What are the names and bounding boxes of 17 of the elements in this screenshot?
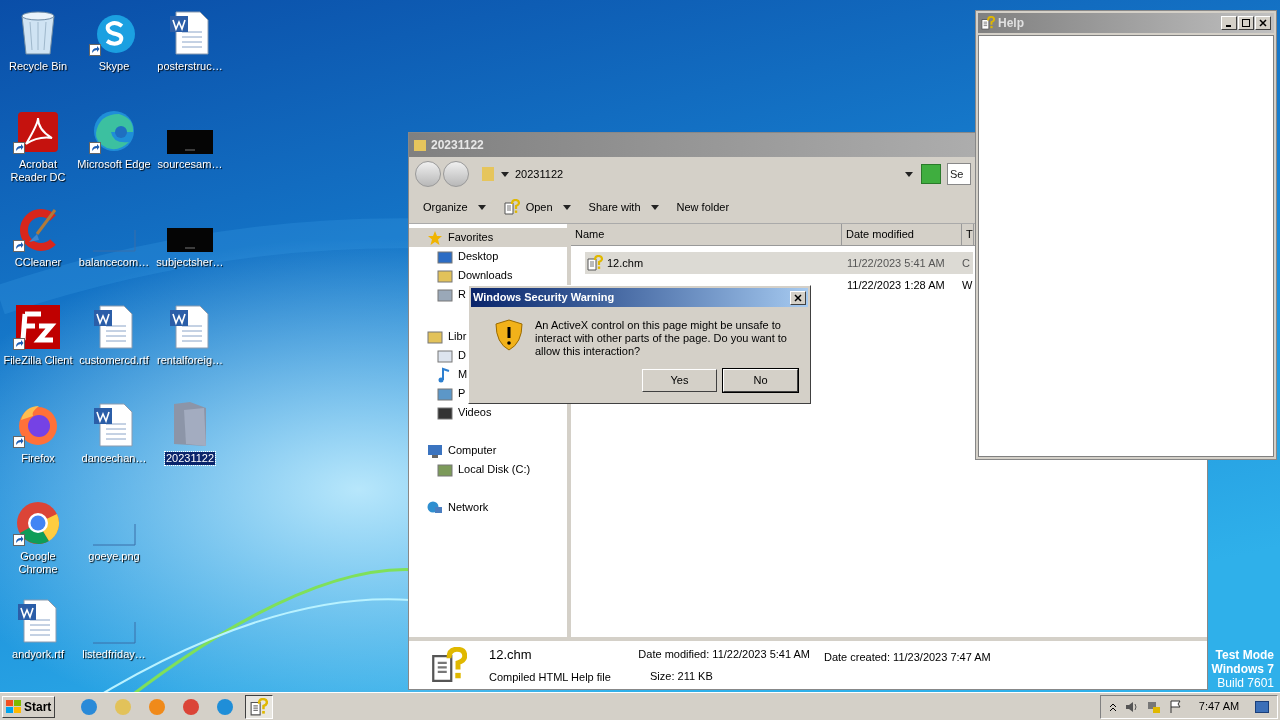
file-name: 12.chm	[607, 255, 644, 271]
details-type: Compiled HTML Help file	[489, 669, 612, 685]
details-size: Size: 211 KB	[649, 669, 713, 684]
details-modified: Date modified: 11/22/2023 5:41 AM	[638, 646, 810, 662]
watermark-text: Build 7601	[1217, 676, 1274, 690]
dialog-title: Windows Security Warning	[473, 290, 615, 306]
warning-message: An ActiveX control on this page might be unsafe to interact with other parts of the page. Do you want to allow this interaction?	[535, 319, 788, 358]
details-created: Date created: 11/23/2023 7:47 AM	[824, 650, 991, 665]
file-date: 11/22/2023 5:41 AM	[846, 255, 946, 271]
details-name: 12.chm	[489, 646, 533, 664]
window-title: 20231122	[431, 137, 484, 154]
file-date: 11/22/2023 1:28 AM	[846, 277, 946, 293]
window-title: Help	[998, 15, 1024, 32]
file-type: C	[962, 255, 970, 271]
watermark-text: Test Mode	[1215, 648, 1274, 662]
file-type: W	[962, 277, 973, 293]
watermark-text: Windows 7	[1211, 662, 1274, 676]
